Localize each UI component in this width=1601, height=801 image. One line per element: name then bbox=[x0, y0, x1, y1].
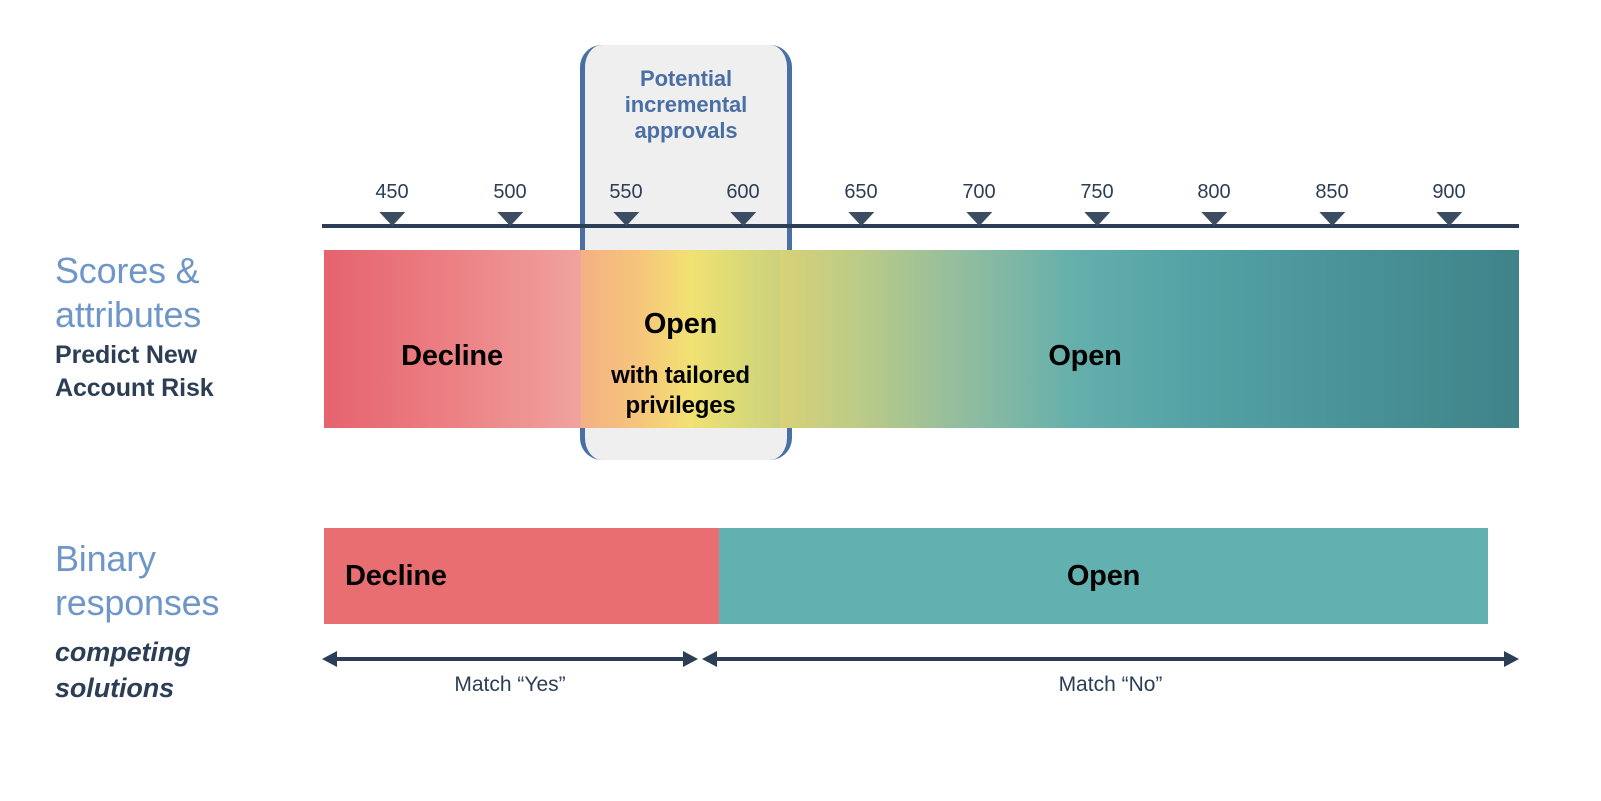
triangle-down-icon bbox=[1319, 212, 1345, 226]
axis-tick-label: 800 bbox=[1197, 181, 1231, 203]
axis-tick-850: 850 bbox=[1315, 181, 1349, 226]
binary-right-segment: Open bbox=[719, 528, 1488, 624]
axis-tick-800: 800 bbox=[1197, 181, 1231, 226]
binary-row-subtitle: competing solutions bbox=[55, 637, 191, 703]
scores-mid-segment-sublabel: with tailored privileges bbox=[611, 362, 750, 419]
scores-right-segment-label-wrap: Open bbox=[820, 320, 1350, 375]
triangle-down-icon bbox=[966, 212, 992, 226]
triangle-down-icon bbox=[1436, 212, 1462, 226]
axis-tick-label: 700 bbox=[962, 181, 996, 203]
triangle-down-icon bbox=[613, 212, 639, 226]
binary-left-segment: Decline bbox=[324, 528, 719, 624]
double-arrow-icon bbox=[702, 651, 1519, 667]
match-no-measure: Match “No” bbox=[702, 648, 1519, 696]
axis-tick-label: 750 bbox=[1080, 181, 1114, 203]
axis-tick-label: 550 bbox=[609, 181, 643, 203]
match-yes-label: Match “Yes” bbox=[454, 673, 566, 696]
axis-tick-label: 450 bbox=[375, 181, 409, 203]
scores-right-segment-label: Open bbox=[1048, 340, 1122, 372]
scores-mid-segment-label: Open bbox=[643, 308, 718, 340]
binary-row-title: Binary responses bbox=[55, 538, 220, 623]
scores-row-title: Scores & attributes bbox=[55, 250, 202, 335]
axis-tick-750: 750 bbox=[1080, 181, 1114, 226]
triangle-down-icon bbox=[379, 212, 405, 226]
axis-tick-500: 500 bbox=[493, 181, 527, 226]
potential-approvals-callout-title: Potential incremental approvals bbox=[624, 66, 748, 143]
triangle-down-icon bbox=[848, 212, 874, 226]
axis-tick-label: 650 bbox=[844, 181, 878, 203]
triangle-down-icon bbox=[1201, 212, 1227, 226]
scores-row-subtitle: Predict New Account Risk bbox=[55, 341, 214, 402]
triangle-down-icon bbox=[497, 212, 523, 226]
binary-responses-bar: Decline Open bbox=[324, 528, 1488, 624]
match-yes-measure: Match “Yes” bbox=[322, 648, 698, 696]
match-no-label: Match “No” bbox=[1058, 673, 1163, 696]
scores-left-segment-label-wrap: Decline bbox=[324, 320, 580, 375]
axis-tick-700: 700 bbox=[962, 181, 996, 226]
axis-tick-900: 900 bbox=[1432, 181, 1466, 226]
axis-tick-650: 650 bbox=[844, 181, 878, 226]
axis-tick-label: 850 bbox=[1315, 181, 1349, 203]
axis-tick-600: 600 bbox=[726, 181, 760, 226]
axis-tick-550: 550 bbox=[609, 181, 643, 226]
binary-right-segment-label: Open bbox=[1066, 559, 1141, 592]
triangle-down-icon bbox=[730, 212, 756, 226]
axis-tick-450: 450 bbox=[375, 181, 409, 226]
axis-tick-label: 900 bbox=[1432, 181, 1466, 203]
double-arrow-icon bbox=[322, 651, 698, 667]
scores-left-segment-label: Decline bbox=[401, 340, 503, 372]
scores-mid-segment-label-wrap: Open with tailored privileges bbox=[581, 288, 780, 439]
binary-left-segment-label: Decline bbox=[345, 559, 447, 592]
axis-tick-label: 600 bbox=[726, 181, 760, 203]
axis-tick-label: 500 bbox=[493, 181, 527, 203]
triangle-down-icon bbox=[1084, 212, 1110, 226]
